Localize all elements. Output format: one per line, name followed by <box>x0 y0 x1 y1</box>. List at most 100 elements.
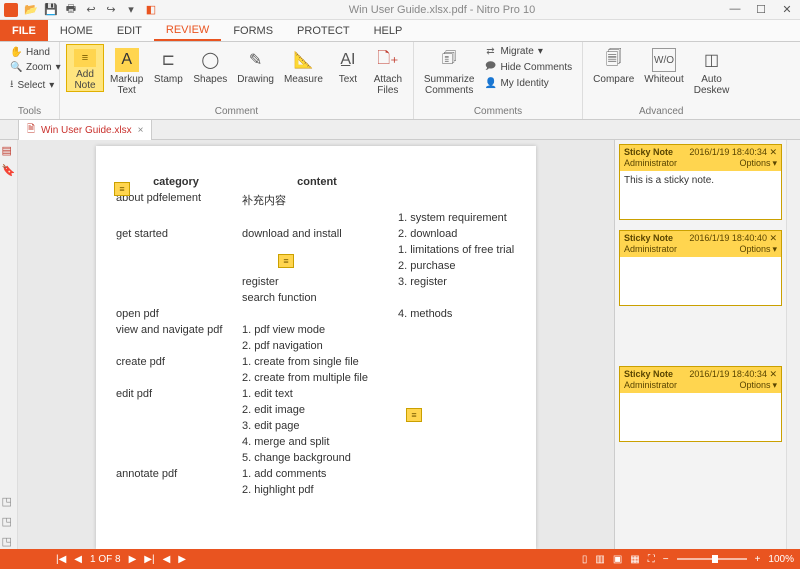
qat-dropdown-icon[interactable]: ▾ <box>124 3 138 17</box>
group-tools-label: Tools <box>6 106 53 119</box>
table-cell: 4. methods <box>398 308 568 320</box>
tab-file[interactable]: FILE <box>0 20 48 41</box>
tab-home[interactable]: HOME <box>48 20 105 41</box>
sticky-author: Administrator <box>624 244 677 255</box>
tab-edit[interactable]: EDIT <box>105 20 154 41</box>
summarize-comments-button[interactable]: 🗊Summarize Comments <box>420 44 479 96</box>
view-fullscreen-icon[interactable]: ⛶ <box>648 554 655 565</box>
whiteout-button[interactable]: W/OWhiteout <box>640 44 687 85</box>
rail-icon-c[interactable]: ◳ <box>2 535 16 549</box>
sticky-note[interactable]: Sticky Note2016/1/19 18:40:34 ✕Administr… <box>619 366 782 442</box>
add-note-button[interactable]: ≡Add Note <box>66 44 104 92</box>
pages-panel-icon[interactable]: ▤ <box>2 144 16 158</box>
redo-icon[interactable]: ↪ <box>104 3 118 17</box>
tool-select[interactable]: ⭳Select ▾ <box>10 76 49 95</box>
last-page-button[interactable]: ▶| <box>144 554 154 565</box>
close-button[interactable]: ✕ <box>778 3 796 16</box>
markup-text-button[interactable]: AMarkup Text <box>106 44 147 96</box>
text-button[interactable]: A̲IText <box>329 44 367 85</box>
tool-zoom[interactable]: 🔍Zoom ▾ <box>10 61 49 74</box>
doc-icon: 🗎 <box>27 122 35 139</box>
document-viewport[interactable]: ≡ ≡ ≡ category content about pdfelement补… <box>18 140 614 549</box>
view-facing-icon[interactable]: ▣ <box>613 554 622 565</box>
table-cell <box>116 436 236 448</box>
table-cell <box>116 340 236 352</box>
table-cell <box>398 340 568 352</box>
minimize-button[interactable]: — <box>726 3 744 16</box>
hand-icon: ✋ <box>10 47 22 58</box>
select-icon: ⭳ <box>10 77 14 94</box>
table-cell: 1. pdf view mode <box>242 324 392 336</box>
tab-review[interactable]: REVIEW <box>154 20 221 41</box>
document-tab[interactable]: 🗎 Win User Guide.xlsx × <box>18 119 152 141</box>
view-single-icon[interactable]: ▯ <box>582 554 588 565</box>
zoom-slider[interactable] <box>677 558 747 560</box>
next-view-button[interactable]: ▶ <box>178 554 186 565</box>
table-cell: 补充内容 <box>242 192 392 208</box>
app-logo-icon <box>4 3 18 17</box>
shapes-icon: ◯ <box>198 48 222 72</box>
view-continuous-icon[interactable]: ▥ <box>595 554 604 565</box>
compare-button[interactable]: 🗐Compare <box>589 44 638 85</box>
zoom-icon: 🔍 <box>10 62 22 73</box>
comments-panel: Sticky Note2016/1/19 18:40:34 ✕Administr… <box>614 140 786 549</box>
prev-view-button[interactable]: ◀ <box>163 554 171 565</box>
drawing-button[interactable]: ✎Drawing <box>233 44 278 85</box>
sticky-options[interactable]: Options <box>739 158 777 169</box>
sticky-note-marker-1[interactable]: ≡ <box>114 182 130 196</box>
zoom-in-button[interactable]: + <box>755 554 761 565</box>
sticky-note-marker-3[interactable]: ≡ <box>406 408 422 422</box>
open-icon[interactable]: 📂 <box>24 3 38 17</box>
sticky-options[interactable]: Options <box>739 380 777 391</box>
next-page-button[interactable]: ▶ <box>129 554 137 565</box>
prev-page-button[interactable]: ◀ <box>74 554 82 565</box>
zoom-out-button[interactable]: − <box>663 554 669 565</box>
sticky-body[interactable]: This is a sticky note. <box>620 171 781 219</box>
table-cell: 1. system requirement <box>398 212 568 224</box>
sticky-author: Administrator <box>624 158 677 169</box>
col-content: content <box>242 176 392 188</box>
table-cell: 1. add comments <box>242 468 392 480</box>
sticky-note-marker-2[interactable]: ≡ <box>278 254 294 268</box>
print-icon[interactable]: 🖶 <box>64 3 78 17</box>
close-tab-icon[interactable]: × <box>138 125 144 136</box>
undo-icon[interactable]: ↩ <box>84 3 98 17</box>
sticky-note[interactable]: Sticky Note2016/1/19 18:40:34 ✕Administr… <box>619 144 782 220</box>
table-cell: download and install <box>242 228 392 240</box>
stamp-button[interactable]: ⊏Stamp <box>149 44 187 85</box>
vertical-scrollbar[interactable] <box>786 140 800 549</box>
sticky-author: Administrator <box>624 380 677 391</box>
tab-forms[interactable]: FORMS <box>221 20 285 41</box>
shapes-button[interactable]: ◯Shapes <box>189 44 231 85</box>
rail-icon-b[interactable]: ◳ <box>2 515 16 529</box>
maximize-button[interactable]: ☐ <box>752 3 770 16</box>
table-cell <box>116 420 236 432</box>
table-cell: edit pdf <box>116 388 236 400</box>
tab-help[interactable]: HELP <box>362 20 415 41</box>
bookmarks-panel-icon[interactable]: 🔖 <box>2 164 16 178</box>
rail-icon-a[interactable]: ◳ <box>2 495 16 509</box>
auto-deskew-button[interactable]: ◫Auto Deskew <box>690 44 734 96</box>
hide-comments-button[interactable]: 🗩Hide Comments <box>484 59 572 76</box>
table-cell: 2. highlight pdf <box>242 484 392 496</box>
table-cell <box>398 420 568 432</box>
sticky-body[interactable] <box>620 393 781 441</box>
sticky-options[interactable]: Options <box>739 244 777 255</box>
sticky-note[interactable]: Sticky Note2016/1/19 18:40:40 ✕Administr… <box>619 230 782 306</box>
view-contfacing-icon[interactable]: ▦ <box>630 554 639 565</box>
migrate-icon: ⇄ <box>484 46 496 57</box>
tool-hand[interactable]: ✋Hand <box>10 46 49 59</box>
pdf-page: ≡ ≡ ≡ category content about pdfelement补… <box>96 146 536 549</box>
migrate-button[interactable]: ⇄Migrate ▾ <box>484 46 572 57</box>
table-cell <box>398 484 568 496</box>
first-page-button[interactable]: |◀ <box>56 554 66 565</box>
sticky-body[interactable] <box>620 257 781 305</box>
sticky-title: Sticky Note <box>624 147 673 158</box>
tab-protect[interactable]: PROTECT <box>285 20 362 41</box>
attach-files-button[interactable]: 🗋₊Attach Files <box>369 44 407 96</box>
measure-button[interactable]: 📐Measure <box>280 44 327 85</box>
save-icon[interactable]: 💾 <box>44 3 58 17</box>
table-cell <box>242 308 392 320</box>
my-identity-button[interactable]: 👤My Identity <box>484 78 572 89</box>
table-cell: register <box>242 276 392 288</box>
